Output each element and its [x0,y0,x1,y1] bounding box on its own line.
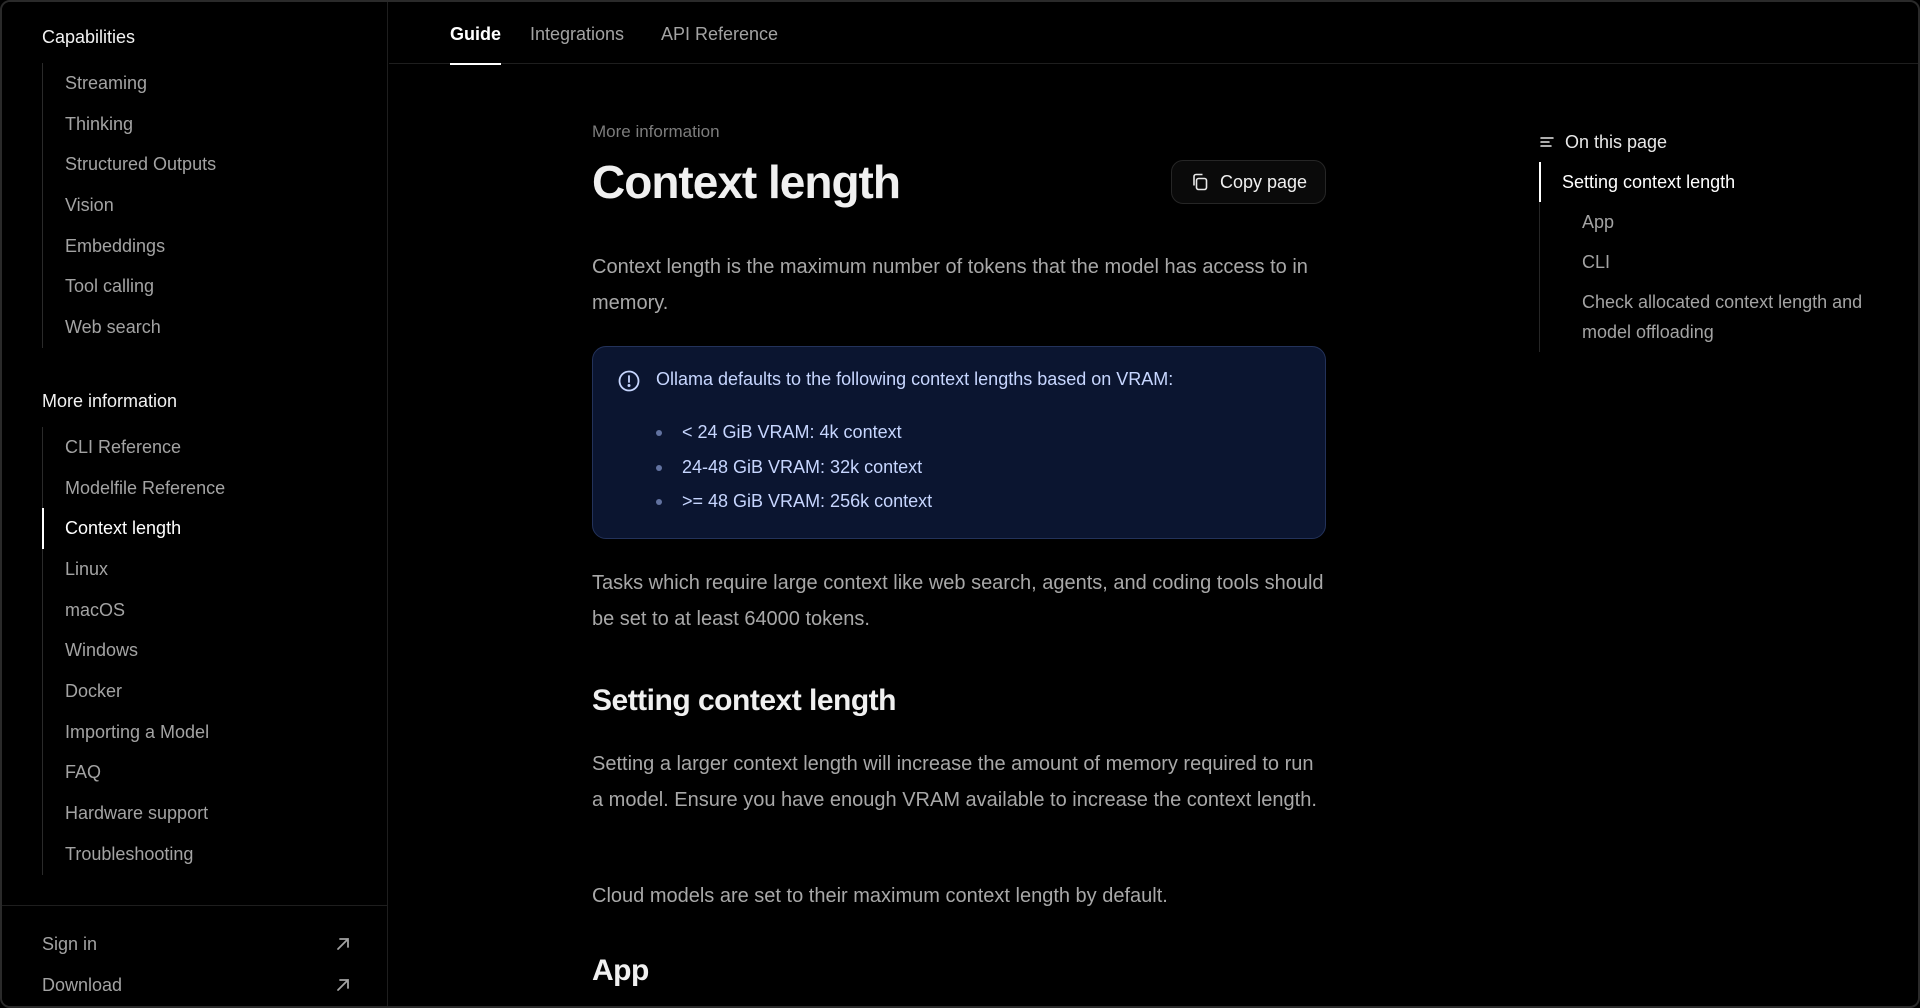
info-circle-icon [618,370,640,392]
download-label: Download [42,974,123,995]
on-this-page: On this page Setting context length App … [1539,128,1899,352]
tasks-paragraph: Tasks which require large context like w… [592,572,1324,630]
toc-list: Setting context length App CLI Check all… [1539,162,1899,352]
section-heading-setting-context-length: Setting context length [592,684,897,717]
sidebar-item-cli-reference[interactable]: CLI Reference [43,427,372,468]
app-window: Capabilities Streaming Thinking Structur… [0,0,1920,1008]
arrow-up-right-icon [337,938,349,950]
callout-list-item: >= 48 GiB VRAM: 256k context [656,484,932,519]
section-heading-app: App [592,954,649,987]
sidebar-capabilities-list: Streaming Thinking Structured Outputs Vi… [42,63,372,348]
sidebar-item-streaming[interactable]: Streaming [43,63,372,104]
setting-paragraph: Setting a larger context length will inc… [592,753,1317,811]
arrow-up-right-icon [337,979,349,991]
sidebar-item-windows[interactable]: Windows [43,630,372,671]
sidebar-group-title-capabilities: Capabilities [42,27,136,47]
tab-api-reference[interactable]: API Reference [661,24,778,64]
sidebar-item-faq[interactable]: FAQ [43,753,372,794]
page-title: Context length [592,156,901,208]
copy-page-label: Copy page [1219,171,1308,192]
callout-list: < 24 GiB VRAM: 4k context 24-48 GiB VRAM… [656,415,932,519]
sidebar-item-vision[interactable]: Vision [43,185,372,226]
sidebar-item-linux[interactable]: Linux [43,549,372,590]
sidebar-item-embeddings[interactable]: Embeddings [43,226,372,267]
intro-paragraph: Context length is the maximum number of … [592,256,1308,314]
sign-in-label: Sign in [42,933,98,954]
sidebar-group-title-more-information: More information [42,391,178,411]
sign-in-link[interactable]: Sign in [42,927,352,961]
sidebar-item-tool-calling[interactable]: Tool calling [43,266,372,307]
top-tab-bar: Guide Integrations API Reference [389,2,1918,65]
toc-title: On this page [1565,131,1668,152]
callout-list-item: < 24 GiB VRAM: 4k context [656,415,932,450]
sidebar-item-importing-a-model[interactable]: Importing a Model [43,712,372,753]
toc-header: On this page [1539,128,1899,156]
sidebar-item-docker[interactable]: Docker [43,671,372,712]
toc-item-setting-context-length[interactable]: Setting context length [1539,162,1899,202]
callout-text: Ollama defaults to the following context… [656,369,1174,389]
sidebar-more-information-list: CLI Reference Modelfile Reference Contex… [42,427,372,875]
sidebar-item-troubleshooting[interactable]: Troubleshooting [43,834,372,875]
sidebar-footer: Sign in Download [2,905,388,1006]
tab-guide[interactable]: Guide [450,24,502,65]
info-callout: Ollama defaults to the following context… [592,346,1326,539]
copy-page-button[interactable]: Copy page [1171,160,1326,204]
callout-list-item: 24-48 GiB VRAM: 32k context [656,450,932,485]
tab-integrations[interactable]: Integrations [530,24,624,64]
sidebar-item-hardware-support[interactable]: Hardware support [43,793,372,834]
sidebar-item-web-search[interactable]: Web search [43,307,372,348]
sidebar-item-modelfile-reference[interactable]: Modelfile Reference [43,468,372,509]
sidebar-item-context-length[interactable]: Context length [42,508,372,550]
sidebar-item-structured-outputs[interactable]: Structured Outputs [43,144,372,185]
toc-item-check-allocated-context-length[interactable]: Check allocated context length and model… [1540,282,1899,352]
breadcrumb: More information [592,122,720,141]
cloud-paragraph: Cloud models are set to their maximum co… [592,885,1168,907]
sidebar: Capabilities Streaming Thinking Structur… [2,2,388,1006]
toc-item-cli[interactable]: CLI [1540,242,1899,282]
sidebar-item-macos[interactable]: macOS [43,590,372,631]
copy-icon [1193,173,1208,191]
sidebar-item-thinking[interactable]: Thinking [43,104,372,145]
toc-item-app[interactable]: App [1540,202,1899,242]
list-icon [1540,137,1554,147]
download-link[interactable]: Download [42,968,352,1002]
